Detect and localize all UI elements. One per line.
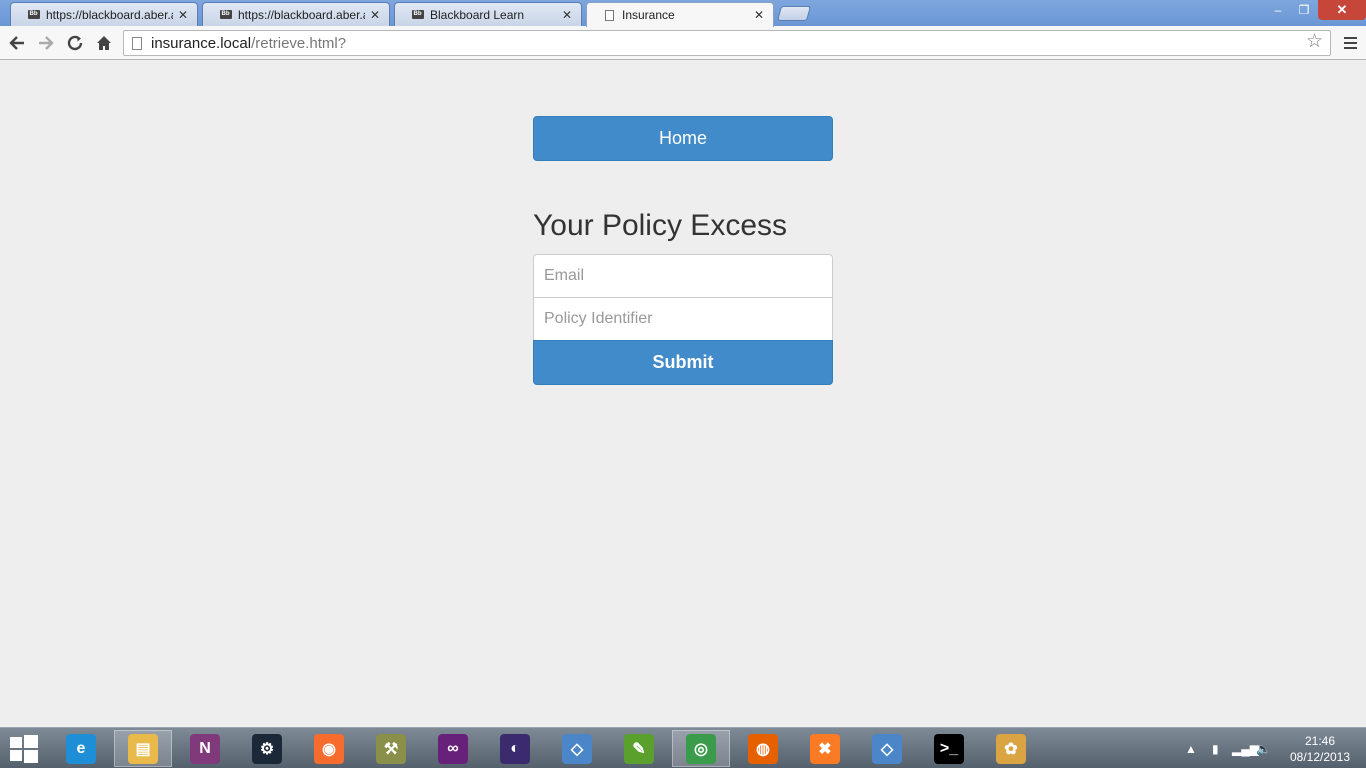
windows-start-icon[interactable] <box>8 734 40 764</box>
close-window-button[interactable]: ✕ <box>1318 0 1366 20</box>
home-icon <box>97 36 111 50</box>
steam-icon: ⚙ <box>252 733 282 764</box>
page-title: Your Policy Excess <box>533 209 788 242</box>
new-tab-button[interactable] <box>776 6 812 21</box>
virtualbox-icon: ◇ <box>872 733 902 764</box>
close-icon[interactable]: ✕ <box>561 8 573 22</box>
page-icon <box>132 36 142 50</box>
tab-blackboard-learn[interactable]: Bb Blackboard Learn ✕ <box>394 2 582 26</box>
hamburger-menu-icon[interactable] <box>1340 33 1360 53</box>
back-button[interactable] <box>5 31 29 55</box>
visual-studio-icon: ∞ <box>438 733 468 764</box>
taskbar-app-button[interactable]: ◎ <box>672 730 730 767</box>
star-icon[interactable]: ☆ <box>1306 30 1323 53</box>
page-content: Home Your Policy Excess Submit <box>0 61 1366 727</box>
taskbar-app-button[interactable]: ◉ <box>300 730 358 767</box>
policy-identifier-field[interactable] <box>533 297 833 341</box>
tab-label: Blackboard Learn <box>430 7 525 22</box>
submit-button[interactable]: Submit <box>533 340 833 385</box>
arrow-right-icon <box>39 36 54 50</box>
taskbar-app-button[interactable]: ⚙ <box>238 730 296 767</box>
taskbar-app-button[interactable]: N <box>176 730 234 767</box>
address-bar[interactable]: insurance.local/retrieve.html? <box>123 30 1331 56</box>
taskbar-app-button[interactable]: ⚒ <box>362 730 420 767</box>
browser-toolbar: insurance.local/retrieve.html? ☆ <box>0 26 1366 60</box>
notepad-plus-icon: ✎ <box>624 733 654 764</box>
paint-icon: ✿ <box>996 733 1026 764</box>
blackboard-icon: Bb <box>219 10 232 19</box>
taskbar-app-button[interactable]: ◍ <box>734 730 792 767</box>
tab-blackboard-1[interactable]: Bb https://blackboard.aber.ac ✕ <box>10 2 198 26</box>
tab-insurance[interactable]: Insurance ✕ <box>586 2 774 27</box>
taskbar-app-button[interactable]: ✎ <box>610 730 668 767</box>
onenote-icon: N <box>190 733 220 764</box>
home-nav-button[interactable]: Home <box>533 116 833 161</box>
page-icon <box>603 9 616 21</box>
taskbar-app-button[interactable]: e <box>52 730 110 767</box>
clock-time: 21:46 <box>1304 734 1336 748</box>
reload-icon <box>67 35 83 51</box>
home-button[interactable] <box>92 31 116 55</box>
system-clock[interactable]: 21:46 08/12/2013 <box>1280 733 1360 765</box>
internet-explorer-icon: e <box>66 733 96 764</box>
taskbar-app-button[interactable]: ◇ <box>548 730 606 767</box>
close-icon[interactable]: ✕ <box>369 8 381 22</box>
tray-expand-icon[interactable]: ▲ <box>1185 728 1197 768</box>
arrow-left-icon <box>9 36 24 50</box>
browser-title-bar: Bb https://blackboard.aber.ac ✕ Bb https… <box>0 0 1366 27</box>
taskbar-app-button[interactable]: ∞ <box>424 730 482 767</box>
xampp-icon: ✖ <box>810 733 840 764</box>
blackboard-icon: Bb <box>27 10 40 19</box>
tools-icon: ⚒ <box>376 733 406 764</box>
taskbar-app-button[interactable]: ▤ <box>114 730 172 767</box>
url-path: /retrieve.html? <box>251 34 347 52</box>
email-field[interactable] <box>533 254 833 298</box>
file-explorer-icon: ▤ <box>128 733 158 764</box>
command-prompt-icon: >_ <box>934 733 964 764</box>
blackboard-icon: Bb <box>411 10 424 19</box>
virtualbox-icon: ◇ <box>562 733 592 764</box>
url-host: insurance.local <box>151 34 252 52</box>
tab-label: https://blackboard.aber.ac <box>46 7 173 22</box>
taskbar-app-button[interactable]: ◇ <box>858 730 916 767</box>
chrome-icon: ◎ <box>686 733 716 764</box>
volume-icon[interactable]: 🔈 <box>1256 728 1271 768</box>
windows-taskbar: e ▤ N ⚙ ◉ ⚒ ∞ ◐ ◇ ✎ ◎ ◍ ✖ ◇ >_ ✿ ▲ ▮ ▂▄▆ 🔈 21:46 08/12/… <box>0 727 1366 768</box>
network-signal-icon[interactable]: ▂▄▆ <box>1232 728 1259 768</box>
taskbar-app-button[interactable]: >_ <box>920 730 978 767</box>
taskbar-app-button[interactable]: ◐ <box>486 730 544 767</box>
taskbar-app-button[interactable]: ✖ <box>796 730 854 767</box>
tab-blackboard-2[interactable]: Bb https://blackboard.aber.ac ✕ <box>202 2 390 26</box>
eclipse-icon: ◐ <box>500 733 530 764</box>
firefox-icon: ◍ <box>748 733 778 764</box>
forward-button[interactable] <box>34 31 58 55</box>
tab-label: https://blackboard.aber.ac <box>238 7 365 22</box>
clock-date: 08/12/2013 <box>1289 750 1351 764</box>
battery-icon[interactable]: ▮ <box>1212 728 1219 768</box>
close-icon[interactable]: ✕ <box>753 8 765 22</box>
tab-label: Insurance <box>622 8 675 22</box>
maximize-button[interactable]: ❐ <box>1292 0 1316 20</box>
minimize-button[interactable]: – <box>1266 0 1290 20</box>
origin-icon: ◉ <box>314 733 344 764</box>
taskbar-app-button[interactable]: ✿ <box>982 730 1040 767</box>
close-icon[interactable]: ✕ <box>177 8 189 22</box>
reload-button[interactable] <box>63 31 87 55</box>
